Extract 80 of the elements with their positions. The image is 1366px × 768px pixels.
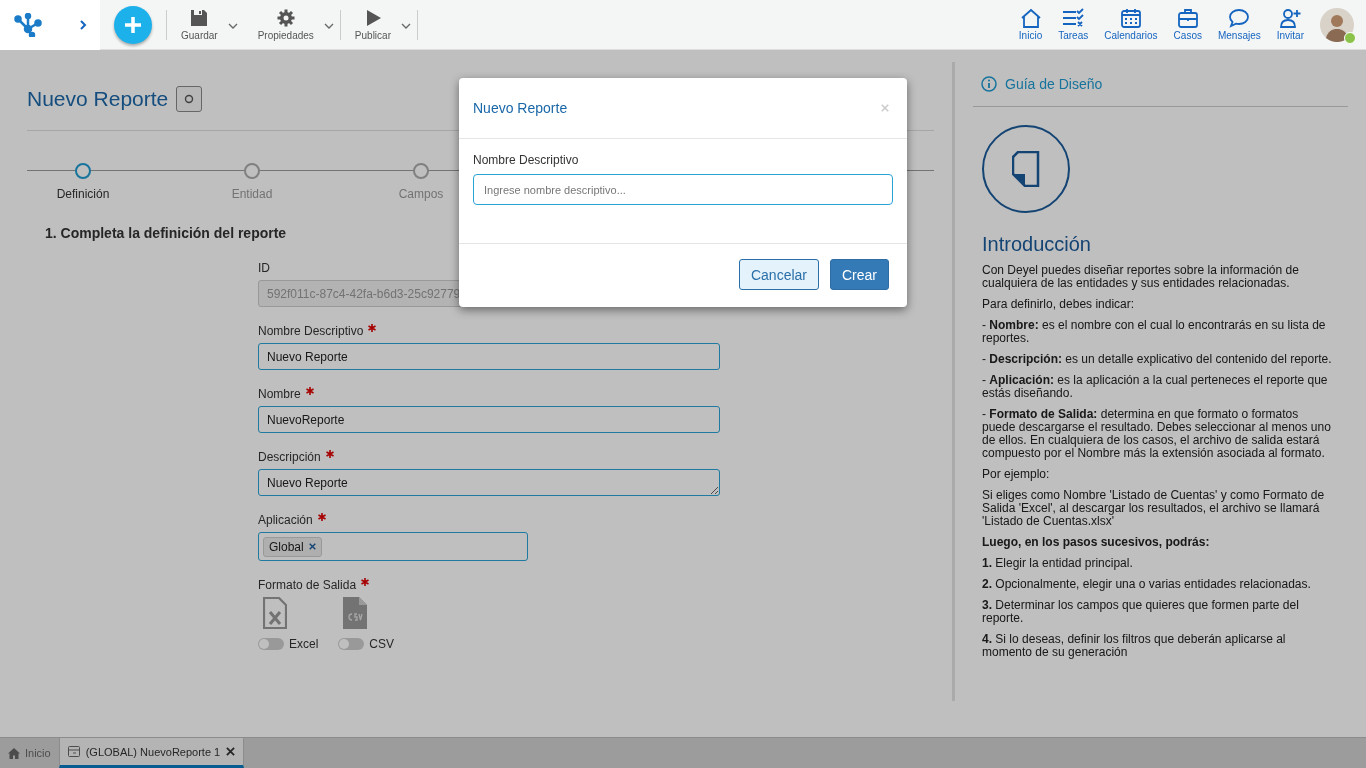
plus-icon <box>124 15 142 34</box>
guide-paragraph: Si eliges como Nombre 'Listado de Cuentas' y como Formato de Salida 'Excel', al descargar los resultados, el archivo se llamará 'Listado de Cuentas.xlsx' <box>982 489 1326 528</box>
page-title: Nuevo Reporte <box>27 87 169 111</box>
nav-link[interactable]: Casos <box>1165 8 1210 41</box>
caret-icon <box>401 23 411 29</box>
select-field[interactable]: Global <box>258 532 528 561</box>
report-icon <box>67 746 80 757</box>
tag-chip[interactable]: Global <box>263 536 322 557</box>
properties-button[interactable]: Propiedades <box>251 4 320 45</box>
guide-paragraph: - Formato de Salida: determina en que formato o formatos puede descargarse el resultado. Debes seleccionar al menos uno de ellos. En cualquiera de los casos, el archivo de salida estará compuesto por el Nombre más la extensión asociada al formato. <box>982 408 1332 460</box>
guide-title: Guía de Diseño <box>1005 76 1103 92</box>
step-label: Entidad <box>231 187 273 201</box>
save-button[interactable]: Guardar <box>175 4 224 45</box>
guide-paragraph: Con Deyel puedes diseñar reportes sobre la información de cualquiera de las entidades y sus entidades relacionadas. <box>982 264 1300 290</box>
add-user-icon <box>1279 8 1302 28</box>
field-label: Formato de Salida <box>258 578 357 592</box>
guide-paragraph: - Aplicación: es la aplicación a la cual perteneces el reporte que estás diseñando. <box>982 374 1329 400</box>
toggle-label: Excel <box>289 637 319 651</box>
tab-label: Inicio <box>25 747 51 759</box>
nav-link[interactable]: Calendarios <box>1096 8 1166 41</box>
guide-step: 3. Determinar los campos que quieres que formen parte del reporte. <box>982 599 1332 625</box>
guide-step: 2. Opcionalmente, elegir una o varias entidades relacionadas. <box>982 578 1332 591</box>
tab[interactable]: (GLOBAL) NuevoReporte 1 <box>58 738 245 768</box>
step-label: Campos <box>398 187 444 201</box>
create-button[interactable]: Crear <box>830 259 889 290</box>
step-marker[interactable] <box>244 163 260 179</box>
guide-step: 4. Si lo deseas, definir los filtros que deberán aplicarse al momento de su generación <box>982 633 1332 659</box>
circle-icon <box>184 94 195 104</box>
close-icon[interactable] <box>226 747 236 756</box>
nav-link[interactable]: Mensajes <box>1209 8 1269 41</box>
logo-icon[interactable] <box>14 12 42 37</box>
briefcase-icon <box>1176 8 1199 28</box>
add-button[interactable] <box>114 5 152 44</box>
toggle-switch[interactable] <box>258 638 284 650</box>
tab-label: (GLOBAL) NuevoReporte 1 <box>85 745 221 758</box>
cancel-button[interactable]: Cancelar <box>738 259 819 290</box>
step-marker[interactable] <box>413 163 429 179</box>
field-label: Aplicación <box>258 513 313 527</box>
guide-paragraph: - Descripción: es un detalle explicativo del contenido del reporte. <box>982 353 1332 366</box>
text-field[interactable]: Nuevo Reporte <box>258 343 720 370</box>
nav-link[interactable]: Tareas <box>1050 8 1097 41</box>
guide-paragraph: Para definirlo, debes indicar: <box>982 298 1136 311</box>
nav-link[interactable]: Invitar <box>1268 8 1312 41</box>
save-icon <box>190 8 209 27</box>
toggle-label: CSV <box>369 637 395 651</box>
field-label: Nombre Descriptivo <box>473 153 580 167</box>
status-button[interactable] <box>176 86 203 112</box>
excel-file-icon <box>263 597 287 629</box>
avatar[interactable] <box>1320 7 1354 42</box>
home-icon <box>8 747 20 759</box>
publish-button[interactable]: Publicar <box>348 4 397 45</box>
caret-icon <box>227 23 238 29</box>
calendar-icon <box>1119 8 1142 28</box>
text-field[interactable]: NuevoReporte <box>258 406 720 433</box>
caret-icon <box>323 23 334 29</box>
field-label: Nombre Descriptivo <box>258 324 364 338</box>
guide-paragraph: Luego, en los pasos sucesivos, podrás: <box>982 536 1211 549</box>
nav-link[interactable]: Inicio <box>1010 8 1051 41</box>
home-icon <box>1019 8 1042 28</box>
text-area[interactable]: Nuevo Reporte <box>258 469 720 496</box>
step-label: Definición <box>56 187 110 201</box>
info-icon <box>981 76 997 92</box>
document-icon <box>1012 151 1040 187</box>
dialog-title: Nuevo Reporte <box>473 100 568 116</box>
guide-heading: Introducción <box>982 233 1092 256</box>
remove-icon[interactable] <box>308 543 316 550</box>
guide-paragraph: - Nombre: es el nombre con el cual lo encontrarás en su lista de reportes. <box>982 319 1327 345</box>
field-label: Nombre <box>258 387 301 401</box>
text-field[interactable]: Ingrese nombre descriptivo... <box>473 174 893 205</box>
task-list-icon <box>1062 8 1085 28</box>
speech-bubble-icon <box>1228 8 1251 28</box>
field-label: ID <box>258 261 270 275</box>
chevron-right-icon[interactable] <box>80 19 87 30</box>
guide-step: 1. Elegir la entidad principal. <box>982 557 1332 570</box>
field-label: Descripción <box>258 450 321 464</box>
section-title: 1. Completa la definición del reporte <box>45 225 288 241</box>
toggle-switch[interactable] <box>338 638 365 650</box>
csv-file-icon <box>343 597 368 629</box>
step-marker[interactable] <box>75 163 91 179</box>
guide-paragraph: Por ejemplo: <box>982 468 1051 481</box>
